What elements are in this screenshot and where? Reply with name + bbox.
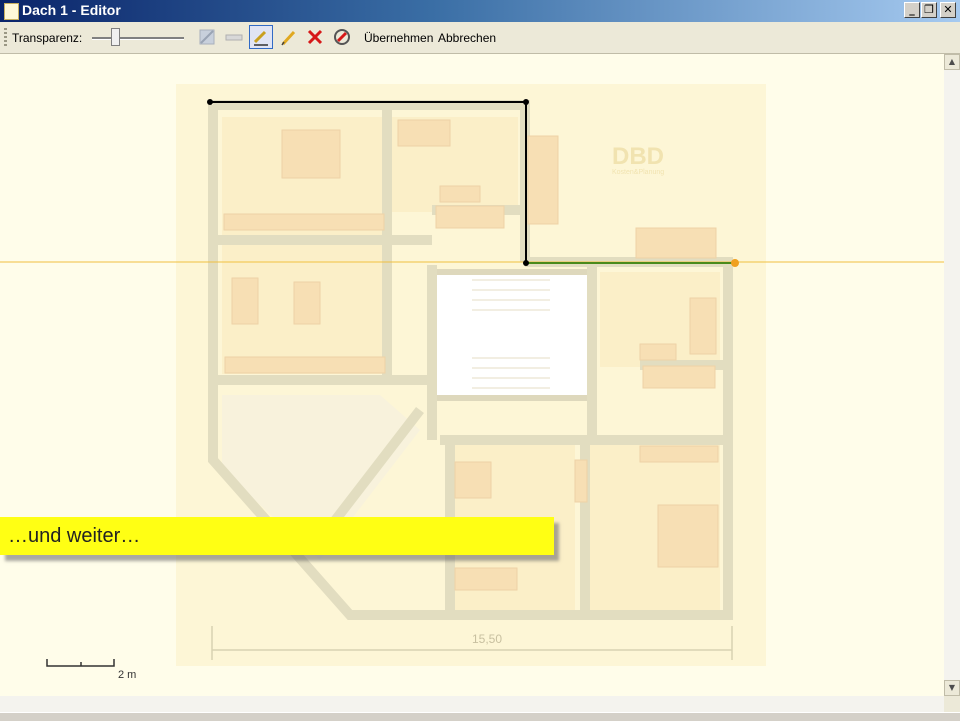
measure-tool-button[interactable] — [222, 25, 246, 49]
logo-text: DBD — [612, 143, 664, 170]
scrollbar-corner — [944, 696, 960, 712]
cursor-snap-point[interactable] — [731, 259, 739, 267]
vertex-point[interactable] — [523, 99, 529, 105]
scroll-up-button[interactable]: ▲ — [944, 54, 960, 70]
toolbar-grip[interactable] — [4, 28, 7, 48]
logo-subtext: Kosten&Planung — [612, 169, 664, 176]
roof-tool-icon — [334, 29, 350, 45]
scale-label: 2 m — [118, 669, 137, 681]
vertex-point[interactable] — [207, 99, 213, 105]
transparency-slider[interactable] — [92, 37, 184, 40]
draw-line-tool-icon — [253, 30, 268, 46]
measure-tool-icon — [225, 34, 243, 41]
title-bar: Dach 1 - Editor _ ❐ ✕ — [0, 0, 960, 22]
close-button[interactable]: ✕ — [940, 2, 956, 18]
wall-tool-icon — [199, 29, 215, 45]
delete-x-icon — [307, 29, 323, 45]
window-title: Dach 1 - Editor — [22, 2, 121, 18]
scale-bar — [46, 659, 115, 667]
pencil-button[interactable] — [277, 25, 301, 49]
apply-button[interactable]: Übernehmen — [364, 31, 433, 45]
transparency-label: Transparenz: — [12, 31, 83, 45]
horizontal-scrollbar[interactable] — [0, 696, 944, 712]
roof-tool-button[interactable] — [330, 25, 354, 49]
vertex-point[interactable] — [523, 260, 529, 266]
callout-banner: …und weiter… — [0, 517, 554, 555]
scroll-down-button[interactable]: ▼ — [944, 680, 960, 696]
toolbar: Transparenz: Übernehmen Abbrechen — [0, 22, 960, 54]
drawing-canvas[interactable]: DBD Kosten&Planung 15,50 2 m — [0, 54, 944, 696]
draw-line-tool-button[interactable] — [249, 25, 273, 49]
vertical-scrollbar[interactable]: ▲ ▼ — [944, 54, 960, 696]
wall-tool-button[interactable] — [195, 25, 219, 49]
restore-button[interactable]: ❐ — [921, 2, 937, 18]
minimize-button[interactable]: _ — [904, 2, 920, 18]
plan-dimension-label: 15,50 — [472, 632, 502, 646]
delete-button[interactable] — [303, 25, 327, 49]
floor-plan: DBD Kosten&Planung 15,50 — [0, 84, 944, 667]
app-icon — [4, 3, 19, 20]
pencil-icon — [281, 30, 296, 46]
transparency-slider-thumb[interactable] — [111, 28, 120, 46]
cancel-button[interactable]: Abbrechen — [438, 31, 496, 45]
